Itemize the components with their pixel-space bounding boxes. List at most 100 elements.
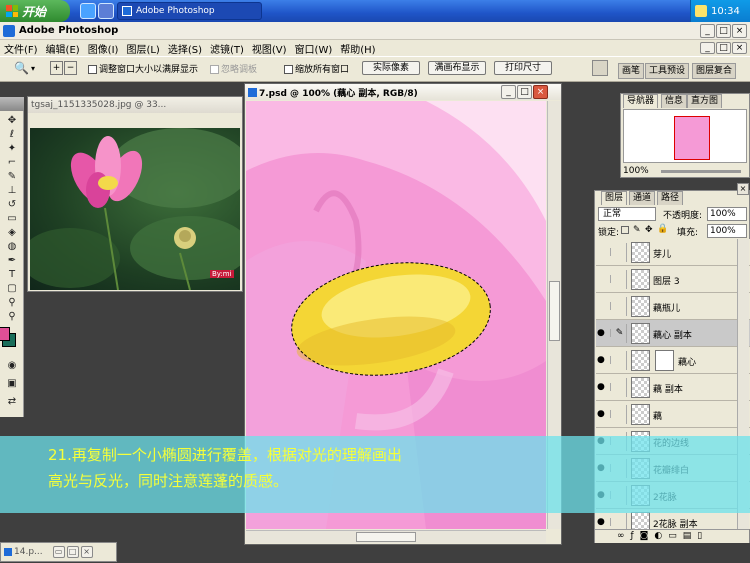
document-titlebar[interactable]: tgsaj_1151335028.jpg @ 33... xyxy=(28,97,242,113)
print-size-button[interactable]: 打印尺寸 xyxy=(494,61,552,75)
type-tool-icon[interactable]: T xyxy=(4,268,20,281)
zoom-out-icon[interactable]: − xyxy=(64,61,77,75)
minimized-document[interactable]: 14.p... ▭ □ × xyxy=(0,542,117,562)
jump-to-imageready-icon[interactable]: ⇄ xyxy=(4,395,20,408)
screen-mode-icon[interactable]: ▣ xyxy=(4,377,20,390)
move-tool-icon[interactable]: ✥ xyxy=(4,114,20,127)
pen-tool-icon[interactable]: ✒ xyxy=(4,254,20,267)
menu-file[interactable]: 文件(F) xyxy=(0,41,42,56)
eye-icon[interactable]: ● xyxy=(597,383,611,392)
layer-row[interactable]: ● 藕心 xyxy=(596,347,750,374)
navigator-preview[interactable] xyxy=(623,109,747,163)
link-slot[interactable] xyxy=(613,405,627,424)
layer-thumbnail[interactable] xyxy=(631,269,650,290)
maximize-button[interactable]: □ xyxy=(716,24,731,38)
doc-minimize-button[interactable]: _ xyxy=(700,42,715,54)
eye-icon[interactable]: ● xyxy=(597,518,611,527)
adjustment-layer-icon[interactable]: ◐ xyxy=(654,531,668,541)
ignore-palettes-option[interactable]: 忽略调板 xyxy=(210,62,257,75)
tab-layers[interactable]: 图层 xyxy=(601,191,628,205)
foreground-color-swatch[interactable] xyxy=(0,327,10,341)
resize-window-checkbox[interactable] xyxy=(88,65,97,74)
lock-pixels-icon[interactable]: ✎ xyxy=(633,226,641,235)
menu-select[interactable]: 选择(S) xyxy=(164,41,206,56)
layer-row[interactable]: ● ✎ 藕心 副本 xyxy=(596,320,750,347)
menu-edit[interactable]: 编辑(E) xyxy=(42,41,84,56)
lock-transparent-icon[interactable] xyxy=(621,226,629,234)
link-slot[interactable] xyxy=(613,513,627,529)
zoom-slider[interactable] xyxy=(661,170,741,173)
lock-position-icon[interactable]: ✥ xyxy=(645,226,653,235)
new-layer-icon[interactable]: ▤ xyxy=(683,531,698,541)
photo-canvas[interactable]: By:mi xyxy=(30,128,240,290)
layer-row[interactable]: ● 藕 xyxy=(596,401,750,428)
layer-thumbnail[interactable] xyxy=(631,350,650,371)
navigator-view-box[interactable] xyxy=(674,116,710,160)
restore-button[interactable]: ▭ xyxy=(52,546,65,558)
close-button[interactable]: × xyxy=(80,546,93,558)
blend-mode-select[interactable]: 正常 xyxy=(598,207,656,221)
layer-row[interactable]: ● 藕 副本 xyxy=(596,374,750,401)
eraser-tool-icon[interactable]: ▭ xyxy=(4,212,20,225)
fit-screen-button[interactable]: 满画布显示 xyxy=(428,61,486,75)
brush-tool-icon[interactable]: ✎ xyxy=(4,170,20,183)
layer-thumbnail[interactable] xyxy=(631,512,650,529)
link-slot[interactable] xyxy=(613,378,627,397)
link-slot[interactable] xyxy=(613,297,627,316)
navigator-zoom[interactable]: 100% xyxy=(623,166,649,176)
doc-close-button[interactable]: × xyxy=(732,42,747,54)
add-mask-icon[interactable]: ◙ xyxy=(640,531,655,541)
layer-thumbnail[interactable] xyxy=(631,404,650,425)
menu-help[interactable]: 帮助(H) xyxy=(336,41,379,56)
tab-layer-comps[interactable]: 图层复合 xyxy=(692,63,737,79)
tab-info[interactable]: 信息 xyxy=(661,94,688,108)
layer-thumbnail[interactable] xyxy=(631,323,650,344)
link-slot[interactable] xyxy=(613,351,627,370)
document-close-button[interactable]: × xyxy=(533,85,548,99)
stamp-tool-icon[interactable]: ⊥ xyxy=(4,184,20,197)
menu-view[interactable]: 视图(V) xyxy=(248,41,291,56)
tray-icon[interactable] xyxy=(695,5,707,17)
link-slot[interactable] xyxy=(613,243,627,262)
minimize-button[interactable]: _ xyxy=(700,24,715,38)
link-layers-icon[interactable]: ∞ xyxy=(617,531,631,541)
eyedropper-icon[interactable]: ⚲ xyxy=(4,296,20,309)
link-slot[interactable] xyxy=(613,270,627,289)
quick-mask-icon[interactable]: ◉ xyxy=(4,359,20,372)
eye-icon[interactable]: ● xyxy=(597,410,611,419)
crop-tool-icon[interactable]: ⌐ xyxy=(4,156,20,169)
history-brush-icon[interactable]: ↺ xyxy=(4,198,20,211)
doc-maximize-button[interactable]: □ xyxy=(716,42,731,54)
magic-wand-icon[interactable]: ✦ xyxy=(4,142,20,155)
document-maximize-button[interactable]: □ xyxy=(517,85,532,99)
close-button[interactable]: × xyxy=(732,24,747,38)
fill-field[interactable]: 100% xyxy=(707,224,747,238)
start-button[interactable]: 开始 xyxy=(0,0,70,22)
eye-hidden-icon[interactable] xyxy=(597,248,611,256)
eye-hidden-icon[interactable] xyxy=(597,275,611,283)
menu-image[interactable]: 图像(I) xyxy=(84,41,123,56)
lock-all-icon[interactable]: 🔒 xyxy=(657,225,668,234)
layer-row[interactable]: 图层 3 xyxy=(596,266,750,293)
palette-well-icon[interactable] xyxy=(592,60,608,76)
eye-icon[interactable]: ● xyxy=(597,356,611,365)
actual-pixels-button[interactable]: 实际像素 xyxy=(362,61,420,75)
zoom-tool-icon[interactable]: ⚲ xyxy=(4,310,20,323)
tab-histogram[interactable]: 直方图 xyxy=(687,94,723,108)
layer-row[interactable]: 芽儿 xyxy=(596,239,750,266)
zoom-all-checkbox[interactable] xyxy=(284,65,293,74)
delete-layer-icon[interactable]: ▯ xyxy=(697,531,708,541)
zoom-all-option[interactable]: 缩放所有窗口 xyxy=(284,62,349,75)
layer-row[interactable]: 藕瓶儿 xyxy=(596,293,750,320)
scroll-thumb[interactable] xyxy=(549,281,560,341)
brush-icon[interactable]: ✎ xyxy=(613,324,627,343)
horizontal-scrollbar[interactable] xyxy=(246,530,546,543)
layer-thumbnail[interactable] xyxy=(631,377,650,398)
blur-tool-icon[interactable]: ◍ xyxy=(4,240,20,253)
scroll-thumb[interactable] xyxy=(356,532,416,542)
tab-paths[interactable]: 路径 xyxy=(657,191,684,205)
zoom-tool-icon[interactable]: 🔍 xyxy=(14,61,29,75)
layer-style-icon[interactable]: ƒ xyxy=(631,531,640,541)
menu-filter[interactable]: 滤镜(T) xyxy=(206,41,248,56)
lasso-tool-icon[interactable]: ℓ xyxy=(4,128,20,141)
